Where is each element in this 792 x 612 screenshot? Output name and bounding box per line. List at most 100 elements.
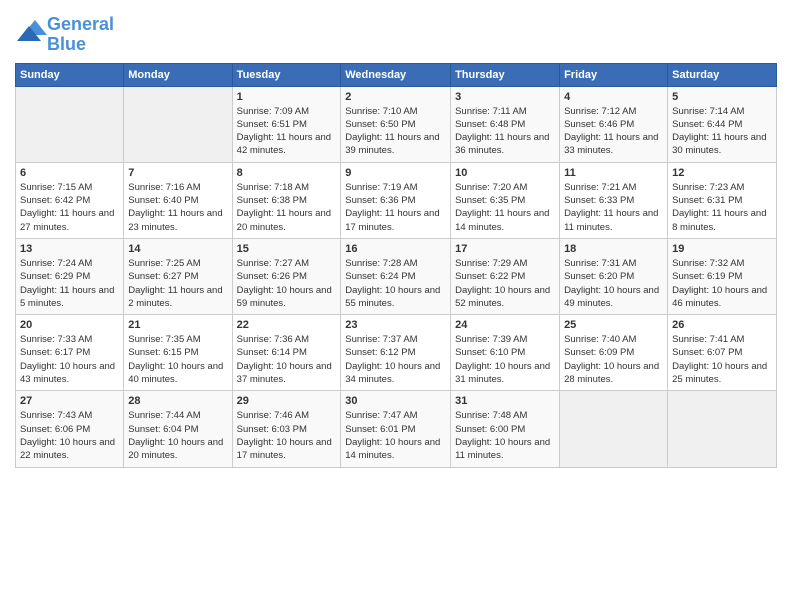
day-number: 8 [237,167,337,179]
calendar-cell [560,391,668,467]
day-info: Sunrise: 7:33 AMSunset: 6:17 PMDaylight:… [20,333,119,386]
day-info: Sunrise: 7:43 AMSunset: 6:06 PMDaylight:… [20,409,119,462]
logo-text: General Blue [47,15,114,55]
calendar-cell: 29 Sunrise: 7:46 AMSunset: 6:03 PMDayligh… [232,391,341,467]
logo-blue: Blue [47,34,86,54]
calendar-cell: 21 Sunrise: 7:35 AMSunset: 6:15 PMDayligh… [124,315,232,391]
day-number: 9 [345,167,446,179]
calendar-cell: 15 Sunrise: 7:27 AMSunset: 6:26 PMDayligh… [232,238,341,314]
day-info: Sunrise: 7:19 AMSunset: 6:36 PMDaylight:… [345,181,446,234]
day-number: 7 [128,167,227,179]
day-number: 29 [237,395,337,407]
day-info: Sunrise: 7:21 AMSunset: 6:33 PMDaylight:… [564,181,663,234]
calendar-cell: 3Sunrise: 7:11 AMSunset: 6:48 PMDaylight… [451,86,560,162]
day-info: Sunrise: 7:40 AMSunset: 6:09 PMDaylight:… [564,333,663,386]
day-number: 20 [20,319,119,331]
day-info: Sunrise: 7:46 AMSunset: 6:03 PMDaylight:… [237,409,337,462]
weekday-monday: Monday [124,63,232,86]
calendar-cell: 10Sunrise: 7:20 AMSunset: 6:35 PMDayligh… [451,162,560,238]
calendar-cell: 8 Sunrise: 7:18 AMSunset: 6:38 PMDaylight… [232,162,341,238]
day-info: Sunrise: 7:29 AMSunset: 6:22 PMDaylight:… [455,257,555,310]
day-info: Sunrise: 7:35 AMSunset: 6:15 PMDaylight:… [128,333,227,386]
calendar-cell: 9 Sunrise: 7:19 AMSunset: 6:36 PMDaylight… [341,162,451,238]
day-number: 27 [20,395,119,407]
week-row-5: 27 Sunrise: 7:43 AMSunset: 6:06 PMDayligh… [16,391,777,467]
day-info: Sunrise: 7:32 AMSunset: 6:19 PMDaylight:… [672,257,772,310]
day-number: 16 [345,243,446,255]
calendar-cell [16,86,124,162]
calendar-cell: 19 Sunrise: 7:32 AMSunset: 6:19 PMDayligh… [668,238,777,314]
day-number: 1 [237,91,337,103]
calendar-cell: 12Sunrise: 7:23 AMSunset: 6:31 PMDayligh… [668,162,777,238]
logo: General Blue [15,15,114,55]
day-info: Sunrise: 7:36 AMSunset: 6:14 PMDaylight:… [237,333,337,386]
main-container: General Blue SundayMondayTuesdayWednesda… [0,0,792,478]
day-info: Sunrise: 7:09 AMSunset: 6:51 PMDaylight:… [237,105,337,158]
day-number: 19 [672,243,772,255]
day-number: 21 [128,319,227,331]
day-number: 10 [455,167,555,179]
day-number: 2 [345,91,446,103]
calendar-cell [124,86,232,162]
calendar-cell: 17 Sunrise: 7:29 AMSunset: 6:22 PMDayligh… [451,238,560,314]
day-info: Sunrise: 7:18 AMSunset: 6:38 PMDaylight:… [237,181,337,234]
day-number: 28 [128,395,227,407]
day-number: 24 [455,319,555,331]
day-info: Sunrise: 7:15 AMSunset: 6:42 PMDaylight:… [20,181,119,234]
weekday-sunday: Sunday [16,63,124,86]
weekday-thursday: Thursday [451,63,560,86]
day-number: 25 [564,319,663,331]
weekday-tuesday: Tuesday [232,63,341,86]
calendar-cell: 2 Sunrise: 7:10 AMSunset: 6:50 PMDaylight… [341,86,451,162]
day-info: Sunrise: 7:47 AMSunset: 6:01 PMDaylight:… [345,409,446,462]
calendar-cell: 4 Sunrise: 7:12 AMSunset: 6:46 PMDaylight… [560,86,668,162]
day-number: 13 [20,243,119,255]
day-number: 23 [345,319,446,331]
day-info: Sunrise: 7:48 AMSunset: 6:00 PMDaylight:… [455,409,555,462]
calendar-cell: 28 Sunrise: 7:44 AMSunset: 6:04 PMDayligh… [124,391,232,467]
day-info: Sunrise: 7:14 AMSunset: 6:44 PMDaylight:… [672,105,772,158]
calendar-cell: 30 Sunrise: 7:47 AMSunset: 6:01 PMDayligh… [341,391,451,467]
day-number: 18 [564,243,663,255]
day-info: Sunrise: 7:44 AMSunset: 6:04 PMDaylight:… [128,409,227,462]
calendar-cell: 22 Sunrise: 7:36 AMSunset: 6:14 PMDayligh… [232,315,341,391]
calendar-cell [668,391,777,467]
day-number: 31 [455,395,555,407]
day-info: Sunrise: 7:10 AMSunset: 6:50 PMDaylight:… [345,105,446,158]
calendar-cell: 6 Sunrise: 7:15 AMSunset: 6:42 PMDaylight… [16,162,124,238]
day-info: Sunrise: 7:24 AMSunset: 6:29 PMDaylight:… [20,257,119,310]
day-number: 4 [564,91,663,103]
week-row-2: 6 Sunrise: 7:15 AMSunset: 6:42 PMDaylight… [16,162,777,238]
day-info: Sunrise: 7:11 AMSunset: 6:48 PMDaylight:… [455,105,555,158]
day-number: 17 [455,243,555,255]
weekday-friday: Friday [560,63,668,86]
logo-icon [17,17,47,47]
calendar-cell: 26Sunrise: 7:41 AMSunset: 6:07 PMDayligh… [668,315,777,391]
day-number: 12 [672,167,772,179]
day-info: Sunrise: 7:27 AMSunset: 6:26 PMDaylight:… [237,257,337,310]
day-number: 22 [237,319,337,331]
calendar-cell: 24 Sunrise: 7:39 AMSunset: 6:10 PMDayligh… [451,315,560,391]
day-info: Sunrise: 7:12 AMSunset: 6:46 PMDaylight:… [564,105,663,158]
day-info: Sunrise: 7:31 AMSunset: 6:20 PMDaylight:… [564,257,663,310]
day-info: Sunrise: 7:41 AMSunset: 6:07 PMDaylight:… [672,333,772,386]
calendar-cell: 14Sunrise: 7:25 AMSunset: 6:27 PMDayligh… [124,238,232,314]
day-number: 6 [20,167,119,179]
calendar-cell: 11Sunrise: 7:21 AMSunset: 6:33 PMDayligh… [560,162,668,238]
calendar-cell: 27 Sunrise: 7:43 AMSunset: 6:06 PMDayligh… [16,391,124,467]
calendar-cell: 18 Sunrise: 7:31 AMSunset: 6:20 PMDayligh… [560,238,668,314]
weekday-header-row: SundayMondayTuesdayWednesdayThursdayFrid… [16,63,777,86]
weekday-wednesday: Wednesday [341,63,451,86]
week-row-1: 1 Sunrise: 7:09 AMSunset: 6:51 PMDaylight… [16,86,777,162]
day-number: 15 [237,243,337,255]
day-number: 30 [345,395,446,407]
calendar-cell: 20 Sunrise: 7:33 AMSunset: 6:17 PMDayligh… [16,315,124,391]
day-info: Sunrise: 7:39 AMSunset: 6:10 PMDaylight:… [455,333,555,386]
calendar-cell: 13 Sunrise: 7:24 AMSunset: 6:29 PMDayligh… [16,238,124,314]
weekday-saturday: Saturday [668,63,777,86]
calendar-cell: 25 Sunrise: 7:40 AMSunset: 6:09 PMDayligh… [560,315,668,391]
day-info: Sunrise: 7:25 AMSunset: 6:27 PMDaylight:… [128,257,227,310]
logo-general: General [47,14,114,34]
calendar-cell: 31 Sunrise: 7:48 AMSunset: 6:00 PMDayligh… [451,391,560,467]
day-info: Sunrise: 7:37 AMSunset: 6:12 PMDaylight:… [345,333,446,386]
